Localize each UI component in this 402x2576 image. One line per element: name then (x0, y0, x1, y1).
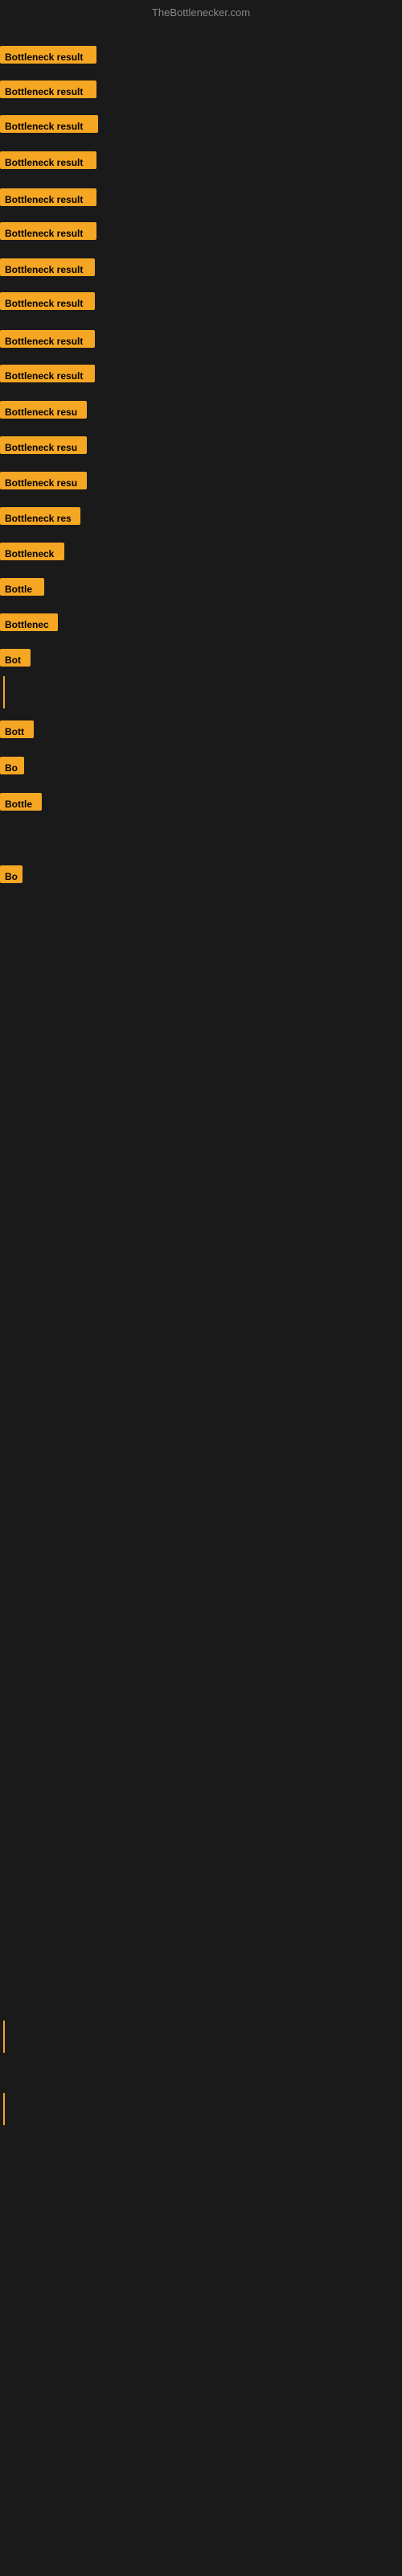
bottleneck-badge-19: Bott (0, 720, 34, 738)
bottleneck-badge-10: Bottleneck result (0, 365, 95, 382)
bottleneck-badge-4: Bottleneck result (0, 151, 96, 169)
bottleneck-badge-18: Bot (0, 649, 31, 667)
bottleneck-badge-8: Bottleneck result (0, 292, 95, 310)
vertical-line-1 (3, 676, 5, 708)
bottleneck-badge-9: Bottleneck result (0, 330, 95, 348)
site-title: TheBottlenecker.com (152, 6, 250, 19)
bottleneck-badge-22: Bo (0, 865, 23, 883)
vertical-line-2 (3, 2021, 5, 2053)
bottleneck-badge-16: Bottle (0, 578, 44, 596)
bottleneck-badge-13: Bottleneck resu (0, 472, 87, 489)
vertical-line-3 (3, 2093, 5, 2125)
bottleneck-badge-15: Bottleneck (0, 543, 64, 560)
bottleneck-badge-7: Bottleneck result (0, 258, 95, 276)
bottleneck-badge-6: Bottleneck result (0, 222, 96, 240)
bottleneck-badge-17: Bottlenec (0, 613, 58, 631)
bottleneck-badge-2: Bottleneck result (0, 80, 96, 98)
bottleneck-badge-5: Bottleneck result (0, 188, 96, 206)
bottleneck-badge-20: Bo (0, 757, 24, 774)
bottleneck-badge-21: Bottle (0, 793, 42, 811)
bottleneck-badge-12: Bottleneck resu (0, 436, 87, 454)
bottleneck-badge-3: Bottleneck result (0, 115, 98, 133)
bottleneck-badge-11: Bottleneck resu (0, 401, 87, 419)
bottleneck-badge-1: Bottleneck result (0, 46, 96, 64)
bottleneck-badge-14: Bottleneck res (0, 507, 80, 525)
